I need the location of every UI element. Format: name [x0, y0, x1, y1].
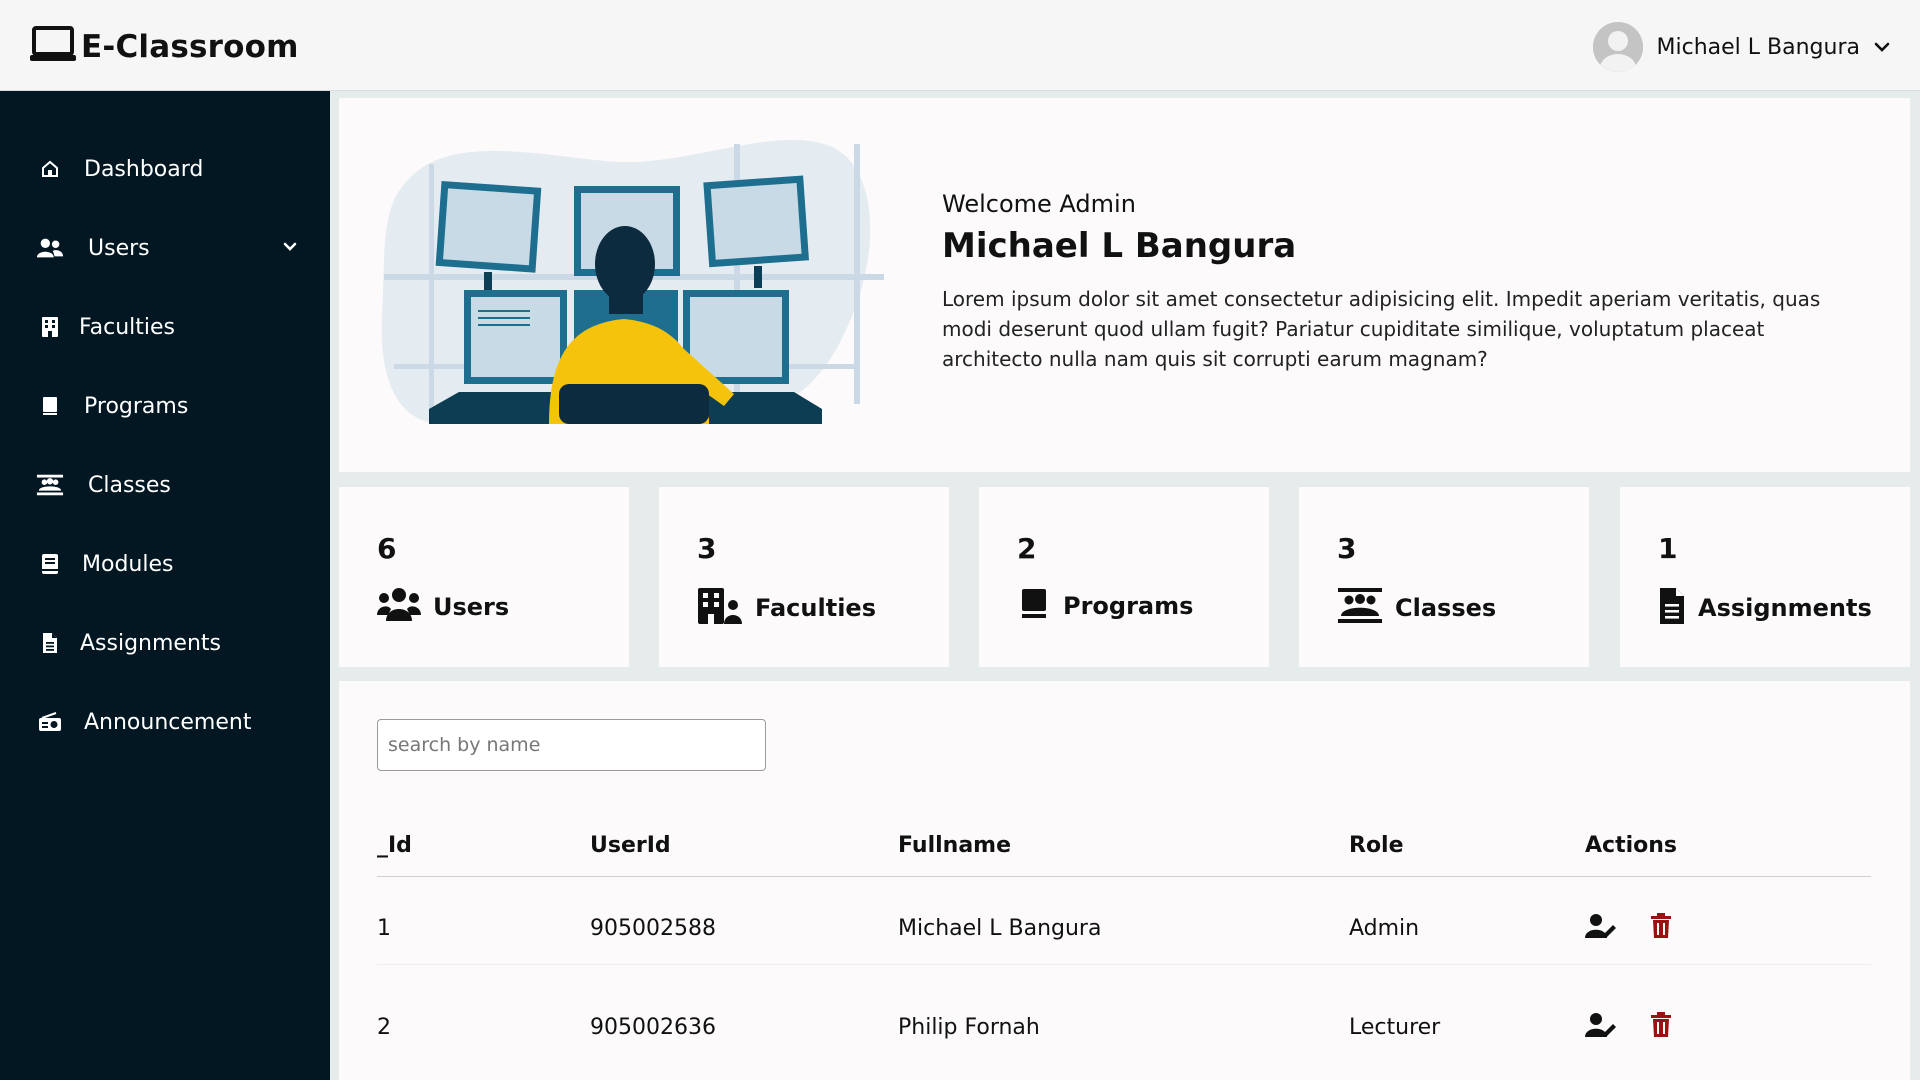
- stat-card-faculties[interactable]: 3 Faculties: [659, 487, 949, 667]
- sidebar-item-programs[interactable]: Programs: [36, 386, 188, 426]
- stat-count: 2: [1017, 532, 1037, 565]
- welcome-card: Welcome Admin Michael L Bangura Lorem ip…: [339, 98, 1910, 472]
- delete-icon[interactable]: [1644, 1008, 1678, 1042]
- sidebar-item-label: Dashboard: [84, 156, 204, 182]
- sidebar-item-modules[interactable]: Modules: [36, 544, 173, 584]
- stat-card-users[interactable]: 6 Users: [339, 487, 629, 667]
- home-icon: [36, 155, 64, 183]
- row-divider: [377, 964, 1871, 965]
- stat-card-classes[interactable]: 3 Classes: [1299, 487, 1589, 667]
- stat-row: Faculties: [697, 587, 876, 629]
- welcome-name: Michael L Bangura: [942, 226, 1297, 266]
- class-group-icon: [36, 471, 64, 499]
- welcome-text: Welcome Admin Michael L Bangura Lorem ip…: [942, 190, 1862, 374]
- laptop-icon: [29, 26, 77, 68]
- cell-userid: 905002588: [590, 916, 716, 941]
- user-menu[interactable]: Michael L Bangura: [1592, 22, 1890, 72]
- stat-label: Programs: [1063, 592, 1194, 620]
- sidebar: Dashboard Users Faculties Programs Class…: [0, 91, 330, 1080]
- cell-fullname: Philip Fornah: [898, 1015, 1040, 1040]
- book-icon: [36, 392, 64, 420]
- building-icon: [697, 587, 743, 629]
- cell-role: Admin: [1349, 916, 1420, 941]
- sidebar-item-label: Programs: [84, 393, 189, 419]
- sidebar-item-label: Users: [88, 235, 150, 261]
- cell-userid: 905002636: [590, 1015, 716, 1040]
- header-divider: [377, 876, 1871, 877]
- cell-id: 1: [377, 916, 391, 941]
- app-title: E-Classroom: [81, 29, 299, 65]
- stat-row: Programs: [1017, 587, 1193, 625]
- book-icon: [1017, 587, 1051, 625]
- sidebar-item-label: Announcement: [84, 709, 252, 735]
- column-header: _Id: [377, 833, 412, 858]
- class-group-icon: [1337, 587, 1383, 629]
- users-table-panel: _Id UserId Fullname Role Actions 1 90500…: [339, 681, 1910, 1080]
- document-icon: [1658, 587, 1686, 629]
- stat-row: Classes: [1337, 587, 1496, 629]
- stat-count: 3: [697, 532, 717, 565]
- building-icon: [36, 313, 64, 341]
- module-book-icon: [36, 550, 64, 578]
- column-header: Fullname: [898, 833, 1012, 858]
- users-icon: [377, 587, 421, 627]
- users-icon: [36, 234, 64, 262]
- column-header: Actions: [1585, 833, 1677, 858]
- sidebar-item-label: Modules: [82, 551, 174, 577]
- welcome-body: Lorem ipsum dolor sit amet consectetur a…: [942, 287, 1821, 371]
- search-input[interactable]: [377, 719, 766, 771]
- column-header: Role: [1349, 833, 1404, 858]
- stat-row: Users: [377, 587, 509, 627]
- stat-count: 6: [377, 532, 397, 565]
- sidebar-item-announcement[interactable]: Announcement: [36, 702, 251, 742]
- stat-card-assignments[interactable]: 1 Assignments: [1620, 487, 1910, 667]
- sidebar-item-dashboard[interactable]: Dashboard: [36, 149, 203, 189]
- welcome-illustration: [374, 134, 944, 438]
- brand[interactable]: E-Classroom: [29, 26, 299, 68]
- edit-user-icon[interactable]: [1584, 909, 1618, 943]
- sidebar-item-classes[interactable]: Classes: [36, 465, 171, 505]
- delete-icon[interactable]: [1644, 909, 1678, 943]
- stat-count: 3: [1337, 532, 1357, 565]
- sidebar-item-users[interactable]: Users: [36, 228, 306, 268]
- document-icon: [36, 629, 64, 657]
- stat-label: Users: [433, 593, 510, 621]
- welcome-subtitle: Welcome Admin: [942, 190, 1136, 218]
- user-name: Michael L Bangura: [1656, 34, 1860, 60]
- stat-row: Assignments: [1658, 587, 1872, 629]
- stat-label: Classes: [1395, 594, 1497, 622]
- chevron-down-icon: [282, 238, 298, 257]
- sidebar-item-label: Assignments: [80, 630, 221, 656]
- sidebar-item-faculties[interactable]: Faculties: [36, 307, 175, 347]
- edit-user-icon[interactable]: [1584, 1008, 1618, 1042]
- radio-icon: [36, 708, 64, 736]
- stat-label: Faculties: [755, 594, 876, 622]
- avatar: [1592, 22, 1643, 72]
- cell-fullname: Michael L Bangura: [898, 916, 1102, 941]
- cell-role: Lecturer: [1349, 1015, 1441, 1040]
- cell-id: 2: [377, 1015, 391, 1040]
- column-header: UserId: [590, 833, 671, 858]
- sidebar-item-label: Classes: [88, 472, 171, 498]
- stat-card-programs[interactable]: 2 Programs: [979, 487, 1269, 667]
- chevron-down-icon: [1874, 38, 1890, 57]
- stat-count: 1: [1658, 532, 1678, 565]
- top-bar: E-Classroom Michael L Bangura: [0, 0, 1920, 91]
- sidebar-item-assignments[interactable]: Assignments: [36, 623, 221, 663]
- sidebar-item-label: Faculties: [79, 314, 176, 340]
- stat-label: Assignments: [1698, 594, 1872, 622]
